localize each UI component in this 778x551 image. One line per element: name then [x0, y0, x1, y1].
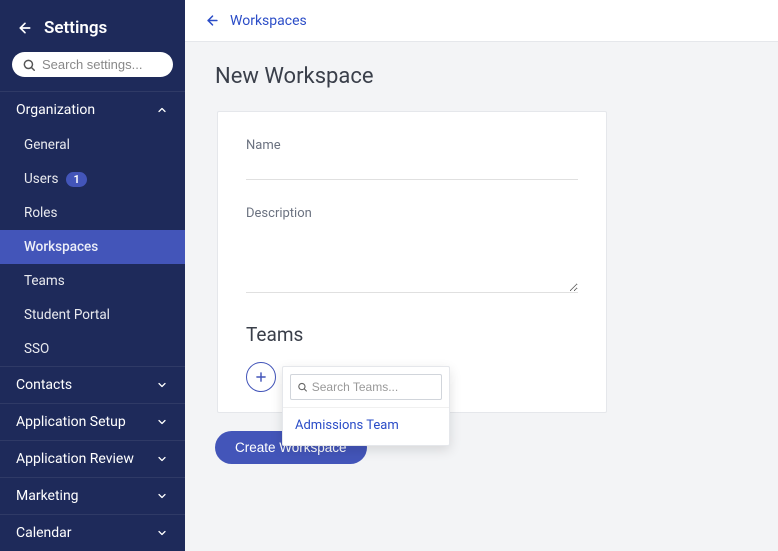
nav-section: Organization General Users 1 Roles Works…: [0, 91, 185, 551]
nav-group-label: Marketing: [16, 488, 79, 504]
chevron-down-icon: [155, 452, 169, 466]
sidebar-header: Settings: [0, 0, 185, 52]
teams-heading: Teams: [246, 323, 578, 346]
breadcrumb[interactable]: Workspaces: [205, 13, 307, 29]
nav-group-calendar[interactable]: Calendar: [0, 514, 185, 551]
nav-group-label: Organization: [16, 102, 95, 118]
nav-group-marketing[interactable]: Marketing: [0, 477, 185, 514]
sidebar-item-workspaces[interactable]: Workspaces: [0, 230, 185, 264]
nav-group-label: Calendar: [16, 525, 72, 541]
topbar: Workspaces: [185, 0, 778, 42]
sidebar-item-sso[interactable]: SSO: [0, 332, 185, 366]
teams-search-input[interactable]: [312, 380, 435, 394]
sidebar-item-label: Workspaces: [24, 239, 98, 255]
app-window: Settings Organization General Users 1 Ro…: [0, 0, 778, 551]
plus-icon: [254, 370, 268, 384]
sidebar-item-label: General: [24, 137, 70, 153]
sidebar-item-teams[interactable]: Teams: [0, 264, 185, 298]
back-icon: [205, 13, 220, 28]
teams-section: Admissions Team: [246, 362, 578, 392]
sidebar-search-input[interactable]: [42, 57, 163, 72]
search-icon: [297, 381, 308, 393]
breadcrumb-label: Workspaces: [230, 13, 307, 29]
chevron-down-icon: [155, 526, 169, 540]
sidebar-item-label: Roles: [24, 205, 57, 221]
sidebar-search[interactable]: [12, 52, 173, 77]
teams-popover-search[interactable]: [290, 374, 442, 400]
name-label: Name: [246, 138, 578, 153]
nav-items-organization: General Users 1 Roles Workspaces Teams S…: [0, 128, 185, 366]
sidebar-item-label: SSO: [24, 341, 49, 357]
sidebar-item-label: Student Portal: [24, 307, 110, 323]
add-team-button[interactable]: [246, 362, 276, 392]
chevron-up-icon: [155, 103, 169, 117]
teams-popover: Admissions Team: [282, 366, 450, 446]
nav-group-organization[interactable]: Organization: [0, 91, 185, 128]
nav-group-label: Application Setup: [16, 414, 126, 430]
search-icon: [22, 58, 36, 72]
back-icon[interactable]: [16, 19, 34, 37]
sidebar-item-label: Teams: [24, 273, 65, 289]
nav-group-label: Contacts: [16, 377, 72, 393]
description-label: Description: [246, 206, 578, 221]
sidebar-item-users[interactable]: Users 1: [0, 162, 185, 196]
sidebar-item-student-portal[interactable]: Student Portal: [0, 298, 185, 332]
teams-popover-search-wrap: [283, 367, 449, 407]
sidebar-item-label: Users: [24, 171, 58, 187]
chevron-down-icon: [155, 378, 169, 392]
chevron-down-icon: [155, 415, 169, 429]
sidebar: Settings Organization General Users 1 Ro…: [0, 0, 185, 551]
users-badge: 1: [66, 172, 86, 187]
teams-popover-item[interactable]: Admissions Team: [283, 407, 449, 445]
nav-group-contacts[interactable]: Contacts: [0, 366, 185, 403]
sidebar-item-roles[interactable]: Roles: [0, 196, 185, 230]
main-content: Workspaces New Workspace Name Descriptio…: [185, 0, 778, 551]
description-field: Description: [246, 206, 578, 297]
nav-group-application-review[interactable]: Application Review: [0, 440, 185, 477]
workspace-form-card: Name Description Teams: [217, 111, 607, 413]
name-input[interactable]: [246, 179, 578, 180]
nav-group-label: Application Review: [16, 451, 134, 467]
sidebar-item-general[interactable]: General: [0, 128, 185, 162]
page-title: New Workspace: [215, 64, 748, 89]
description-input[interactable]: [246, 229, 578, 293]
sidebar-title: Settings: [44, 18, 107, 38]
nav-group-application-setup[interactable]: Application Setup: [0, 403, 185, 440]
content-area: New Workspace Name Description Teams: [185, 42, 778, 551]
chevron-down-icon: [155, 489, 169, 503]
teams-section-wrapper: Teams Admissions Te: [246, 323, 578, 392]
name-field: Name: [246, 138, 578, 180]
